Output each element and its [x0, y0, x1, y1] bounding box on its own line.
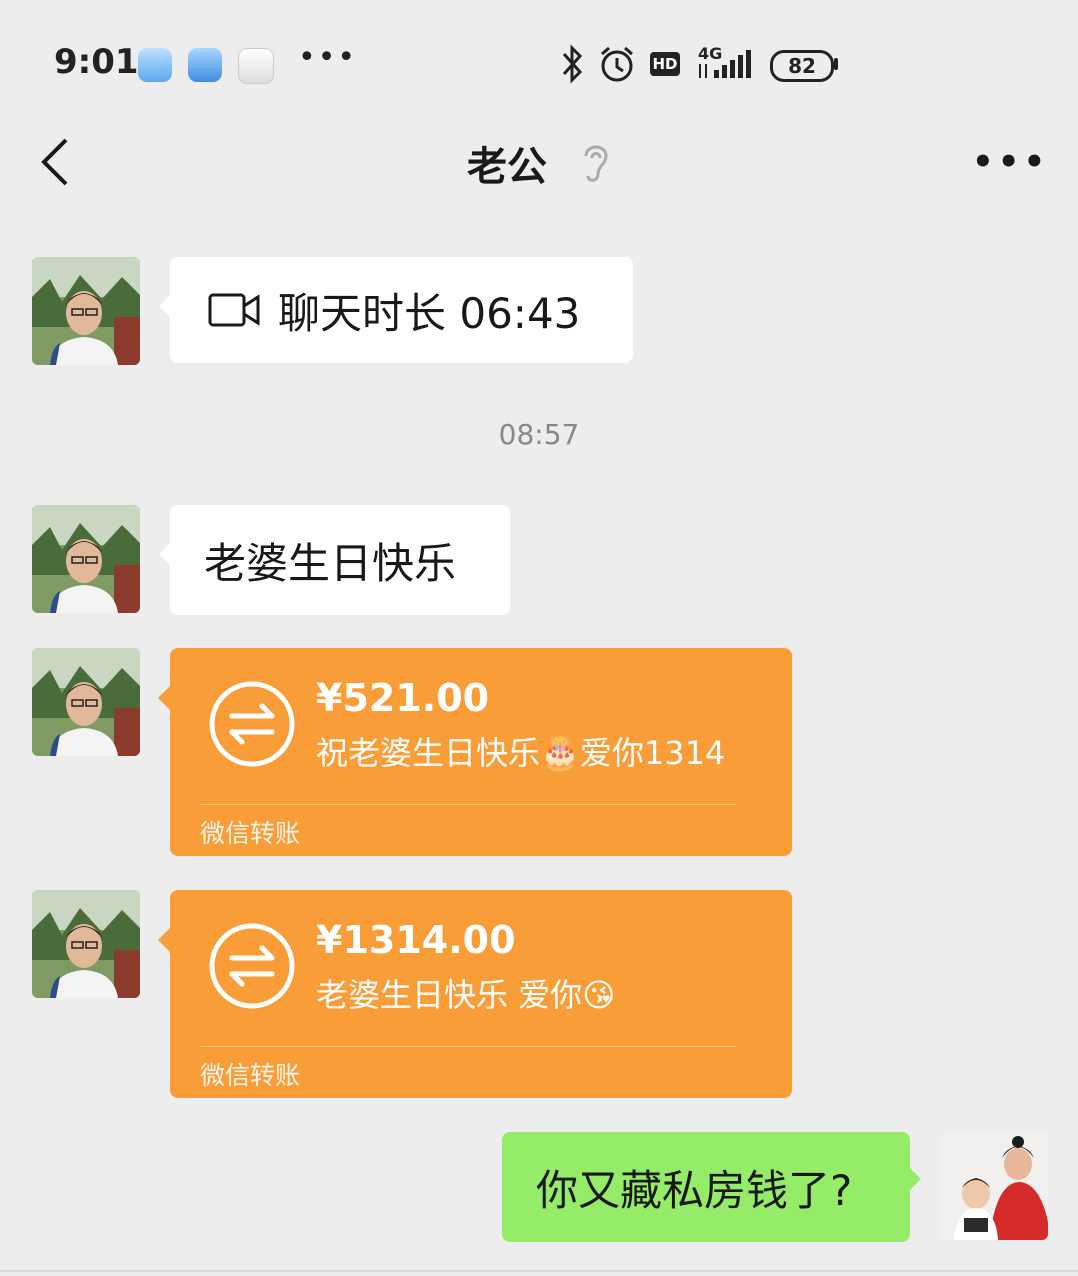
- battery-tip: [834, 58, 838, 70]
- status-time: 9:01: [54, 42, 139, 82]
- ear-icon: [584, 145, 608, 182]
- more-notifications-icon: •••: [298, 40, 358, 75]
- battery-icon: 82: [770, 50, 834, 82]
- contact-avatar[interactable]: [32, 648, 140, 756]
- transfer-memo: 老婆生日快乐 爱你😘: [316, 976, 616, 1014]
- transfer-amount: ¥521.00: [316, 676, 490, 720]
- text-message-bubble[interactable]: 老婆生日快乐: [159, 505, 510, 615]
- video-call-bubble[interactable]: 聊天时长 06:43: [159, 257, 633, 363]
- music-app-icon: [238, 48, 274, 84]
- input-area-divider: [0, 1270, 1078, 1272]
- transfer-footer-label: 微信转账: [200, 1061, 301, 1090]
- contact-avatar-photo: [32, 648, 140, 756]
- own-avatar[interactable]: [940, 1132, 1048, 1240]
- transfer-arrows-icon: [209, 681, 295, 767]
- transfer-amount: ¥1314.00: [316, 918, 516, 962]
- message-timestamp: 08:57: [498, 418, 580, 451]
- transfer-memo: 祝老婆生日快乐🎂爱你1314: [316, 734, 726, 772]
- hd-icon: HD: [650, 52, 680, 76]
- transfer-card[interactable]: ¥1314.00 老婆生日快乐 爱你😘 微信转账: [158, 890, 792, 1098]
- own-text-message-bubble[interactable]: 你又藏私房钱了?: [502, 1132, 921, 1242]
- video-app-icon: [188, 48, 222, 82]
- status-bar: 9:01 ••• HD 4G 82: [0, 0, 1078, 120]
- transfer-footer-label: 微信转账: [200, 819, 301, 848]
- card-divider: [200, 804, 736, 805]
- alarm-icon: [601, 46, 633, 82]
- chat-title: 老公: [467, 144, 547, 190]
- contact-avatar-photo: [32, 890, 140, 998]
- browser-app-icon: [138, 48, 172, 82]
- transfer-arrows-icon: [209, 923, 295, 1009]
- more-options-button[interactable]: •••: [972, 142, 1045, 182]
- contact-avatar-photo: [32, 505, 140, 613]
- video-camera-icon: [208, 293, 260, 327]
- own-avatar-photo: [940, 1132, 1048, 1240]
- contact-avatar[interactable]: [32, 890, 140, 998]
- contact-avatar[interactable]: [32, 505, 140, 613]
- contact-avatar-photo: [32, 257, 140, 365]
- signal-icon: [699, 50, 751, 78]
- call-duration-text: 聊天时长 06:43: [278, 288, 581, 338]
- chat-header: 老公 •••: [0, 120, 1078, 204]
- contact-avatar[interactable]: [32, 257, 140, 365]
- more-dots-icon: •••: [972, 142, 1050, 182]
- message-text: 老婆生日快乐: [204, 538, 457, 588]
- transfer-card[interactable]: ¥521.00 祝老婆生日快乐🎂爱你1314 微信转账: [158, 648, 792, 856]
- bluetooth-icon: [562, 44, 583, 84]
- message-text: 你又藏私房钱了?: [536, 1165, 853, 1215]
- card-divider: [200, 1046, 736, 1047]
